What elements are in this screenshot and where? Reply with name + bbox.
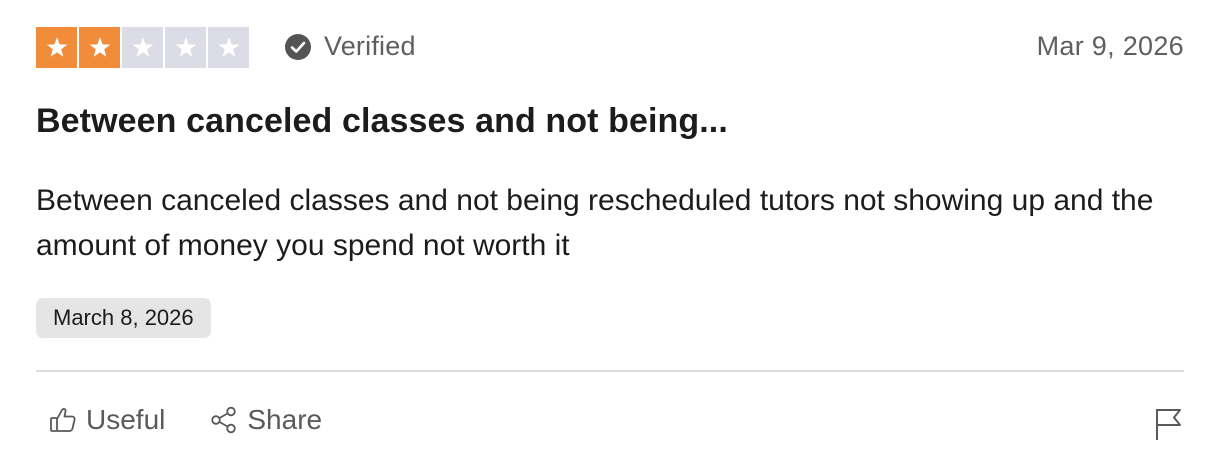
check-circle-icon bbox=[285, 33, 311, 60]
star-empty bbox=[165, 27, 206, 68]
verified-label: Verified bbox=[324, 31, 416, 61]
review-body: Between canceled classes and not being r… bbox=[36, 184, 1154, 262]
experience-date-badge: March 8, 2026 bbox=[36, 298, 211, 338]
share-button[interactable]: Share bbox=[209, 404, 322, 436]
useful-label: Useful bbox=[86, 404, 166, 435]
star-icon bbox=[132, 36, 153, 57]
share-label: Share bbox=[247, 404, 323, 435]
review-title[interactable]: Between canceled classes and not being..… bbox=[36, 102, 728, 141]
star-icon bbox=[46, 36, 67, 57]
star-rating bbox=[36, 27, 249, 68]
divider bbox=[36, 370, 1184, 372]
star-icon bbox=[175, 36, 196, 57]
verified-badge: Verified bbox=[284, 31, 416, 62]
review-card: Verified Mar 9, 2026 Between canceled cl… bbox=[0, 0, 1225, 457]
review-actions: Useful Share bbox=[48, 404, 322, 436]
star-empty bbox=[122, 27, 163, 68]
review-date: Mar 9, 2026 bbox=[1036, 31, 1184, 61]
star-icon bbox=[218, 36, 239, 57]
report-button[interactable] bbox=[1152, 406, 1184, 442]
star-filled bbox=[79, 27, 120, 68]
star-empty bbox=[208, 27, 249, 68]
flag-icon bbox=[1156, 409, 1181, 440]
star-icon bbox=[89, 36, 110, 57]
review-header: Verified Mar 9, 2026 bbox=[36, 27, 1184, 69]
useful-button[interactable]: Useful bbox=[48, 404, 165, 436]
thumbs-up-icon bbox=[50, 408, 76, 432]
share-icon bbox=[211, 406, 237, 434]
star-filled bbox=[36, 27, 77, 68]
